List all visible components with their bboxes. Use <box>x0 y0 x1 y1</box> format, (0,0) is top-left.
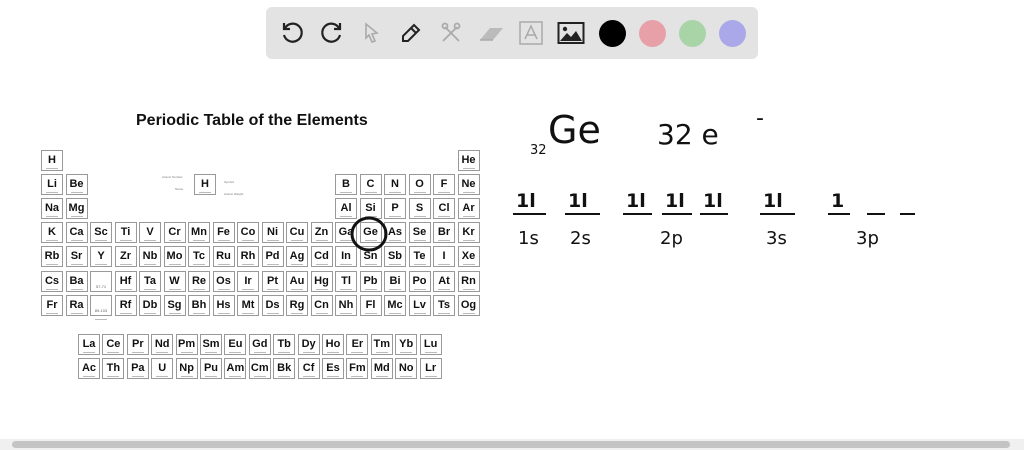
element-symbol-note: Ge <box>548 108 601 152</box>
orbital-line <box>828 213 850 215</box>
atomic-number-note: 32 <box>530 143 547 158</box>
orbital-label: 3s <box>766 228 787 249</box>
orbital-line <box>513 213 546 215</box>
scrollbar-thumb[interactable] <box>12 441 1010 448</box>
orbital-line <box>662 213 692 215</box>
orbital-line <box>900 213 915 215</box>
orbital-line <box>565 213 600 215</box>
orbital-label: 2s <box>570 228 591 249</box>
orbital-label: 1s <box>518 228 539 249</box>
electron-count-note: 32 e <box>657 118 719 151</box>
orbital-label: 3p <box>856 228 879 249</box>
electron-arrows: 1l <box>516 190 536 212</box>
electron-charge-note: - <box>756 106 764 131</box>
electron-arrows: 1 <box>831 190 845 212</box>
electron-arrows: 1l <box>703 190 723 212</box>
orbital-label: 2p <box>660 228 683 249</box>
electron-arrows: 1l <box>665 190 685 212</box>
orbital-line <box>867 213 885 215</box>
orbital-line <box>700 213 728 215</box>
orbital-line <box>623 213 652 215</box>
horizontal-scrollbar[interactable] <box>0 439 1024 450</box>
electron-arrows: 1l <box>626 190 646 212</box>
electron-arrows: 1l <box>763 190 783 212</box>
electron-arrows: 1l <box>568 190 588 212</box>
orbital-line <box>760 213 795 215</box>
ge-circle-annotation <box>350 216 388 252</box>
